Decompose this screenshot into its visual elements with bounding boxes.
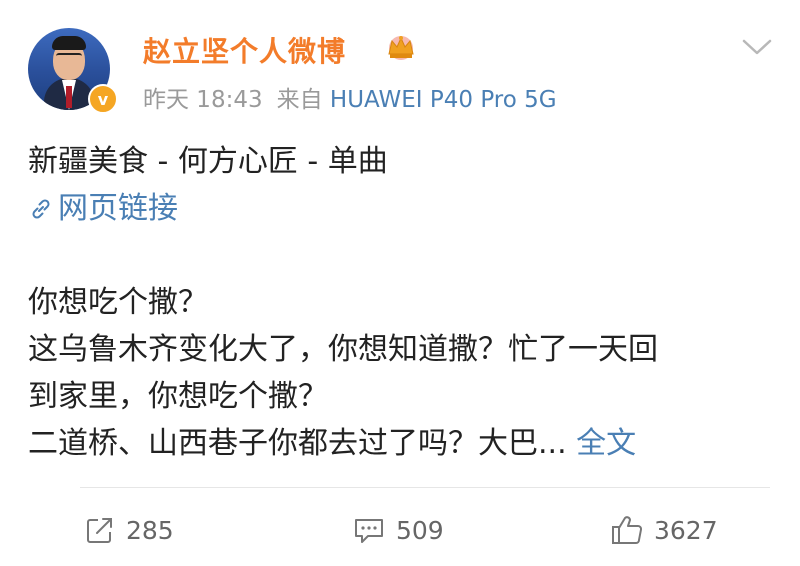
like-count: 3627	[654, 515, 718, 545]
post-line: 到家里，你想吃个撒？	[28, 379, 328, 414]
post-title: 新疆美食 - 何方心匠 - 单曲	[28, 144, 388, 179]
chevron-down-icon[interactable]	[742, 38, 772, 56]
repost-button[interactable]: 285	[84, 505, 174, 555]
link-icon	[32, 198, 50, 219]
post-timestamp: 昨天 18:43	[143, 87, 263, 113]
avatar-glasses	[56, 53, 82, 61]
repost-icon	[87, 518, 112, 543]
comment-button[interactable]: 509	[352, 505, 444, 555]
action-bar: 285 509 3627	[0, 505, 800, 555]
comment-icon	[355, 519, 383, 543]
thumbs-up-icon	[612, 516, 642, 544]
repost-count: 285	[126, 515, 174, 545]
like-button[interactable]: 3627	[610, 505, 718, 555]
post-content: 新疆美食 - 何方心匠 - 单曲 网页链接 你想吃个撒？ 这乌鲁木齐变化大了，你…	[28, 138, 788, 467]
web-link[interactable]: 网页链接	[28, 185, 788, 232]
comment-count: 509	[396, 515, 444, 545]
avatar-tie	[66, 86, 72, 108]
post-line: 这乌鲁木齐变化大了，你想知道撒？忙了一天回	[28, 332, 658, 367]
post-header: v 赵立坚个人微博 昨天 18:43 来自 HUAWEI P40 Pro 5G	[0, 0, 800, 120]
post-line: 二道桥、山西巷子你都去过了吗？大巴...	[28, 426, 567, 461]
web-link-label: 网页链接	[58, 191, 178, 226]
read-more-link[interactable]: 全文	[576, 426, 636, 461]
source-device[interactable]: HUAWEI P40 Pro 5G	[330, 87, 557, 113]
divider	[80, 487, 770, 488]
post-line: 你想吃个撒？	[28, 285, 208, 320]
source-prefix: 来自	[276, 87, 323, 113]
post-meta: 昨天 18:43 来自 HUAWEI P40 Pro 5G	[143, 80, 557, 114]
crown-icon[interactable]	[384, 32, 418, 62]
avatar-hair	[52, 36, 86, 50]
verified-badge-icon: v	[88, 84, 118, 114]
username[interactable]: 赵立坚个人微博	[143, 30, 346, 70]
post-line-last: 二道桥、山西巷子你都去过了吗？大巴... 全文	[28, 420, 788, 467]
